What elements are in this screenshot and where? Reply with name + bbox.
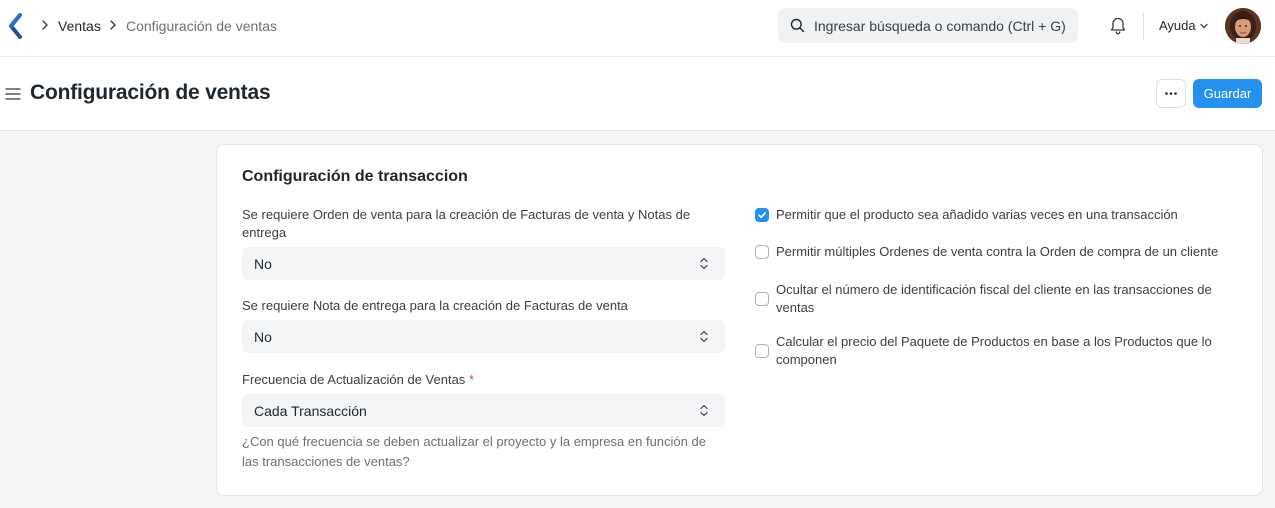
- sidebar-toggle-icon[interactable]: [5, 87, 21, 101]
- chevron-updown-icon: [700, 257, 708, 270]
- chevron-updown-icon: [700, 404, 708, 417]
- page-title: Configuración de ventas: [30, 81, 271, 104]
- search-bar[interactable]: [778, 8, 1078, 43]
- chevron-down-icon[interactable]: [1199, 21, 1209, 31]
- help-dropdown[interactable]: Ayuda: [1159, 18, 1196, 33]
- select-dn-required[interactable]: No: [242, 320, 725, 353]
- chevron-updown-icon: [700, 330, 708, 343]
- select-so-required[interactable]: No: [242, 247, 725, 280]
- required-mark: *: [468, 372, 474, 387]
- more-actions-button[interactable]: [1156, 79, 1186, 108]
- navbar: Ventas Configuración de ventas Ayuda: [0, 0, 1275, 57]
- checkbox-allow-multiple-so[interactable]: [755, 245, 769, 259]
- search-icon: [790, 18, 805, 33]
- select-value: Cada Transacción: [254, 403, 367, 419]
- select-value: No: [254, 329, 272, 345]
- field-label-dn-required: Se requiere Nota de entrega para la crea…: [242, 298, 628, 313]
- field-label-so-required: Se requiere Orden de venta para la creac…: [242, 207, 691, 240]
- form-card: Configuración de transaccion Se requiere…: [216, 144, 1263, 496]
- checkbox-label[interactable]: Permitir que el producto sea añadido var…: [776, 206, 1236, 224]
- checkbox-hide-tax-id[interactable]: [755, 292, 769, 306]
- checkbox-label[interactable]: Calcular el precio del Paquete de Produc…: [776, 333, 1236, 369]
- checkbox-label[interactable]: Permitir múltiples Ordenes de venta cont…: [776, 243, 1236, 261]
- select-value: No: [254, 256, 272, 272]
- breadcrumb-current[interactable]: Configuración de ventas: [126, 17, 277, 35]
- checkbox-allow-multiple-items[interactable]: [755, 208, 769, 222]
- app-logo-icon[interactable]: [8, 13, 24, 39]
- field-description: ¿Con qué frecuencia se deben actualizar …: [242, 434, 706, 469]
- bell-icon[interactable]: [1108, 16, 1128, 36]
- field-label-update-frequency: Frecuencia de Actualización de Ventas *: [242, 371, 712, 389]
- search-input[interactable]: [814, 8, 1070, 43]
- save-button[interactable]: Guardar: [1193, 79, 1262, 108]
- field-label-text: Frecuencia de Actualización de Ventas: [242, 372, 466, 387]
- avatar-image: [1225, 8, 1261, 44]
- select-update-frequency[interactable]: Cada Transacción: [242, 394, 725, 427]
- page-head: Configuración de ventas Guardar: [0, 57, 1275, 131]
- chevron-right-icon: [110, 20, 116, 30]
- avatar[interactable]: [1225, 8, 1261, 44]
- navbar-divider: [1143, 13, 1144, 39]
- checkbox-bundle-price[interactable]: [755, 344, 769, 358]
- section-title: Configuración de transaccion: [242, 168, 468, 185]
- checkbox-label[interactable]: Ocultar el número de identificación fisc…: [776, 281, 1236, 317]
- check-icon: [758, 212, 766, 219]
- ellipsis-icon: [1165, 92, 1177, 95]
- breadcrumb-ventas[interactable]: Ventas: [58, 17, 101, 35]
- chevron-right-icon: [42, 20, 48, 30]
